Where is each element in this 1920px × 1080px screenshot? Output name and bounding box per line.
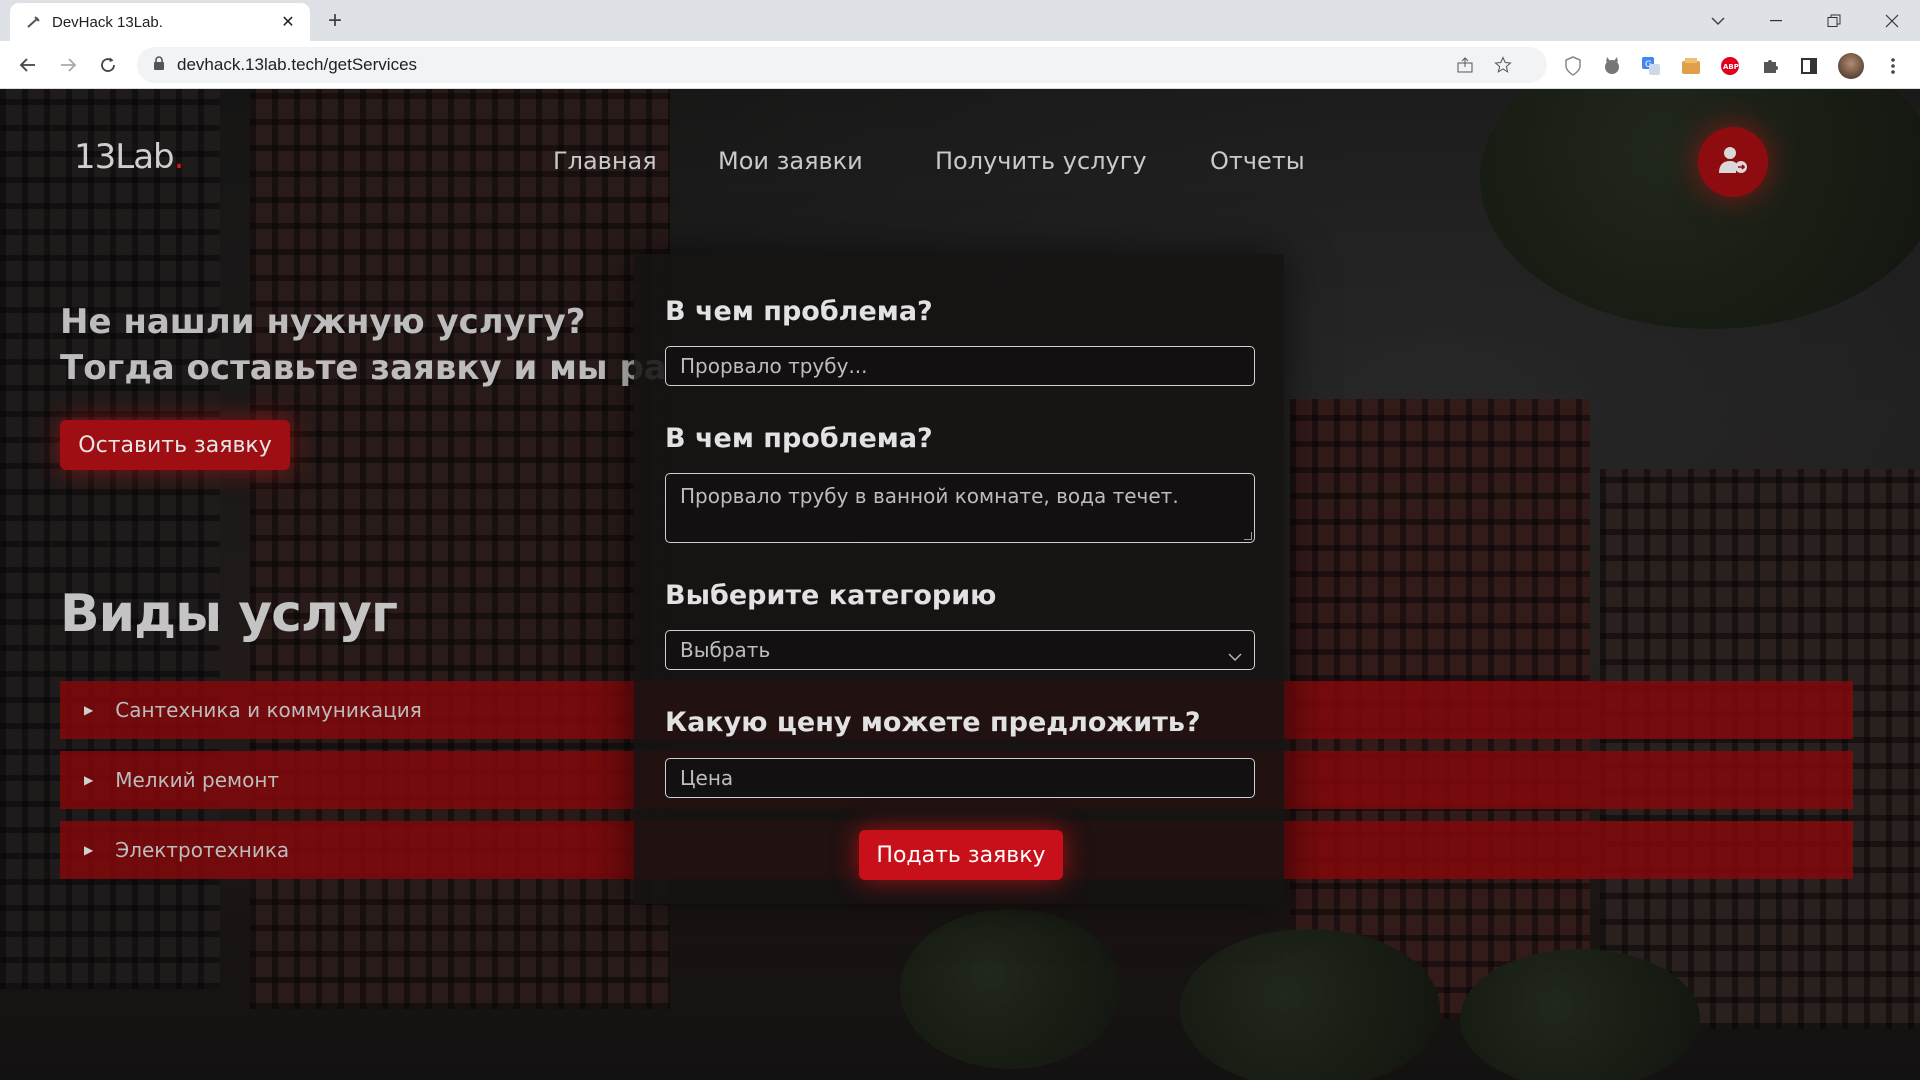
browser-tab[interactable]: DevHack 13Lab. ✕ xyxy=(10,3,310,41)
browser-menu-icon[interactable] xyxy=(1882,55,1904,77)
browser-toolbar: devhack.13lab.tech/getServices G ABP xyxy=(0,41,1920,89)
profile-avatar[interactable] xyxy=(1838,53,1864,79)
adblock-extension-icon[interactable]: ABP xyxy=(1719,55,1741,77)
service-item-label: Электротехника xyxy=(115,838,290,862)
nav-my-requests[interactable]: Мои заявки xyxy=(718,147,863,175)
close-window-icon[interactable] xyxy=(1864,0,1920,41)
minimize-icon[interactable] xyxy=(1748,0,1804,41)
cat-extension-icon[interactable] xyxy=(1601,55,1623,77)
price-label: Какую цену можете предложить? xyxy=(665,707,1201,738)
problem-title-label: В чем проблема? xyxy=(665,296,933,327)
reload-icon[interactable] xyxy=(92,49,124,81)
problem-description-textarea[interactable]: Прорвало трубу в ванной комнате, вода те… xyxy=(665,473,1255,543)
tab-search-icon[interactable] xyxy=(1690,0,1746,41)
description-placeholder: Прорвало трубу в ванной комнате, вода те… xyxy=(680,484,1179,508)
hero-text: Не нашли нужную услугу? Тогда оставьте з… xyxy=(60,299,707,391)
shield-extension-icon[interactable] xyxy=(1562,55,1584,77)
hero-line-1: Не нашли нужную услугу? xyxy=(60,302,586,342)
url-text: devhack.13lab.tech/getServices xyxy=(177,55,418,74)
side-panel-icon[interactable] xyxy=(1798,55,1820,77)
nav-home[interactable]: Главная xyxy=(553,147,657,175)
nav-get-service[interactable]: Получить услугу xyxy=(935,147,1147,175)
resize-handle-icon[interactable] xyxy=(1244,532,1252,540)
service-item-label: Сантехника и коммуникация xyxy=(115,698,422,722)
translate-extension-icon[interactable]: G xyxy=(1640,55,1662,77)
tab-title: DevHack 13Lab. xyxy=(52,13,163,31)
services-title: Виды услуг xyxy=(60,584,398,644)
site-favicon-icon xyxy=(26,14,42,30)
leave-request-button[interactable]: Оставить заявку xyxy=(60,420,290,470)
svg-text:ABP: ABP xyxy=(1723,63,1739,71)
user-logout-icon xyxy=(1718,145,1748,180)
chevron-down-icon xyxy=(1228,643,1242,667)
category-selected-value: Выбрать xyxy=(680,638,771,662)
price-input[interactable]: Цена xyxy=(665,758,1255,798)
expand-triangle-icon: ▶ xyxy=(84,773,94,787)
logo-dot: . xyxy=(173,137,185,177)
browser-tab-bar: DevHack 13Lab. ✕ + xyxy=(0,0,1920,41)
bookmark-star-icon[interactable] xyxy=(1493,55,1513,75)
hero-line-2: Тогда оставьте заявку и мы расс xyxy=(60,348,708,388)
service-item-label: Мелкий ремонт xyxy=(115,768,280,792)
site-logo[interactable]: 13Lab. xyxy=(74,137,185,177)
address-bar[interactable]: devhack.13lab.tech/getServices xyxy=(137,47,1547,83)
expand-triangle-icon: ▶ xyxy=(84,703,94,717)
request-form-modal: В чем проблема? Прорвало трубу... В чем … xyxy=(634,254,1284,904)
extensions-puzzle-icon[interactable] xyxy=(1759,55,1781,77)
problem-description-label: В чем проблема? xyxy=(665,423,933,454)
nav-reports[interactable]: Отчеты xyxy=(1210,147,1305,175)
close-tab-icon[interactable]: ✕ xyxy=(278,12,298,32)
back-arrow-icon[interactable] xyxy=(12,49,44,81)
problem-title-input[interactable]: Прорвало трубу... xyxy=(665,346,1255,386)
lock-icon xyxy=(153,55,165,75)
expand-triangle-icon: ▶ xyxy=(84,843,94,857)
forward-arrow-icon[interactable] xyxy=(52,49,84,81)
category-select[interactable]: Выбрать xyxy=(665,630,1255,670)
category-label: Выберите категорию xyxy=(665,580,997,611)
restore-icon[interactable] xyxy=(1806,0,1862,41)
submit-request-button[interactable]: Подать заявку xyxy=(859,830,1063,880)
folder-extension-icon[interactable] xyxy=(1680,55,1702,77)
user-account-button[interactable] xyxy=(1698,127,1768,197)
share-icon[interactable] xyxy=(1455,55,1475,75)
new-tab-button[interactable]: + xyxy=(319,5,351,37)
page-viewport: 13Lab. Главная Мои заявки Получить услуг… xyxy=(0,89,1920,1080)
